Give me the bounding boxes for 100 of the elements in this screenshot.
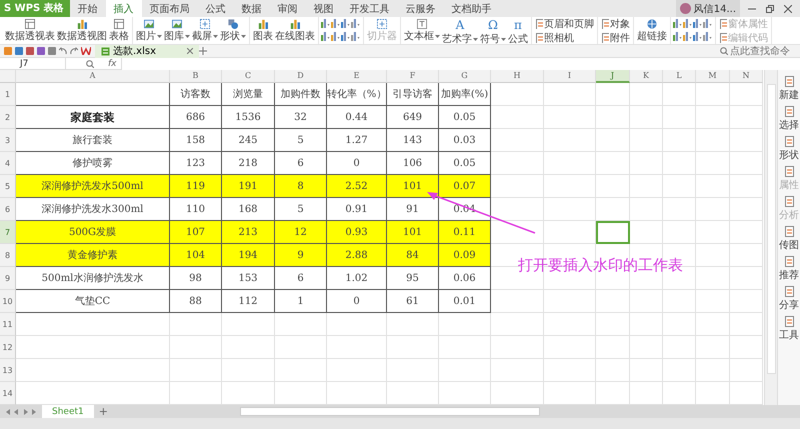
function-label[interactable]: fx [104, 58, 120, 68]
ribbon-button[interactable]: π 公式 [507, 17, 529, 44]
table-cell[interactable]: 153 [222, 267, 275, 290]
table-cell[interactable]: 加购件数 [275, 83, 327, 106]
table-cell[interactable]: 0.03 [439, 129, 491, 152]
table-cell[interactable]: 95 [387, 267, 439, 290]
table-cell[interactable]: 6 [275, 267, 327, 290]
user-account[interactable]: 风信14... [676, 0, 740, 17]
column-header[interactable]: D [275, 70, 327, 83]
row-header[interactable]: 5 [0, 175, 16, 198]
zoom-icon[interactable] [86, 60, 94, 68]
row-header[interactable]: 12 [0, 336, 16, 359]
column-header[interactable]: A [16, 70, 170, 83]
ribbon-button[interactable]: 图片 [135, 17, 163, 44]
table-cell[interactable]: 1536 [222, 106, 275, 129]
row-header[interactable]: 4 [0, 152, 16, 175]
row-header[interactable]: 13 [0, 359, 16, 382]
column-header[interactable]: F [387, 70, 439, 83]
ribbon-button[interactable]: 图表 [252, 17, 274, 44]
table-cell[interactable]: 9 [275, 244, 327, 267]
table-cell[interactable]: 0.11 [439, 221, 491, 244]
menu-tab[interactable]: 视图 [306, 0, 342, 17]
column-header[interactable]: C [222, 70, 275, 83]
table-cell[interactable]: 101 [387, 221, 439, 244]
document-tab[interactable]: 选款.xlsx [95, 44, 199, 58]
table-cell[interactable]: 0.93 [327, 221, 387, 244]
menu-tab[interactable]: 插入 [106, 0, 142, 17]
table-cell[interactable]: 深润修护洗发水500ml [16, 175, 170, 198]
row-header[interactable]: 3 [0, 129, 16, 152]
table-cell[interactable]: 1 [275, 290, 327, 313]
row-header[interactable]: 8 [0, 244, 16, 267]
table-cell[interactable]: 119 [170, 175, 222, 198]
table-cell[interactable]: 引导访客 [387, 83, 439, 106]
table-cell[interactable]: 1.02 [327, 267, 387, 290]
table-cell[interactable]: 194 [222, 244, 275, 267]
row-header[interactable]: 7 [0, 221, 16, 244]
ribbon-button[interactable]: 文本框 [403, 17, 441, 44]
undo-icon[interactable] [59, 47, 67, 55]
table-cell[interactable]: 0.07 [439, 175, 491, 198]
table-cell[interactable]: 黄金修护素 [16, 244, 170, 267]
column-header[interactable]: L [663, 70, 696, 83]
side-panel-button[interactable]: 工具 [779, 316, 799, 342]
ribbon-button[interactable]: 页眉和页脚 [534, 17, 595, 31]
table-cell[interactable]: 686 [170, 106, 222, 129]
row-header[interactable]: 2 [0, 106, 16, 129]
vertical-scrollbar[interactable] [764, 70, 777, 405]
table-cell[interactable]: 649 [387, 106, 439, 129]
side-panel-button[interactable]: 推荐 [779, 256, 799, 282]
table-cell[interactable]: 107 [170, 221, 222, 244]
scrollbar-thumb[interactable] [766, 84, 776, 374]
table-cell[interactable]: 12 [275, 221, 327, 244]
table-cell[interactable]: 101 [387, 175, 439, 198]
table-cell[interactable]: 88 [170, 290, 222, 313]
menu-tab[interactable]: 开始 [70, 0, 106, 17]
menu-tab[interactable]: 页面布局 [142, 0, 198, 17]
table-cell[interactable]: 8 [275, 175, 327, 198]
table-cell[interactable]: 浏览量 [222, 83, 275, 106]
table-cell[interactable]: 191 [222, 175, 275, 198]
table-cell[interactable]: 213 [222, 221, 275, 244]
table-cell[interactable]: 0 [327, 290, 387, 313]
row-header[interactable]: 9 [0, 267, 16, 290]
ribbon-button[interactable]: 表格 [108, 17, 130, 44]
ribbon-button[interactable]: 对象 [600, 17, 631, 31]
ribbon-button[interactable]: 在线图表 [274, 17, 316, 44]
table-cell[interactable]: 84 [387, 244, 439, 267]
side-panel-button[interactable]: 传图 [779, 226, 799, 252]
row-header[interactable]: 10 [0, 290, 16, 313]
menu-tab[interactable]: 公式 [198, 0, 234, 17]
command-search-field[interactable]: 点此查找命令 [714, 46, 800, 56]
side-panel-button[interactable]: 形状 [779, 136, 799, 162]
table-cell[interactable]: 家庭套装 [16, 106, 170, 129]
ribbon-button[interactable]: 照相机 [534, 31, 595, 45]
ribbon-button[interactable]: 截屏 [191, 17, 219, 44]
menu-tab[interactable]: 开发工具 [342, 0, 398, 17]
table-cell[interactable]: 访客数 [170, 83, 222, 106]
menu-tab[interactable]: 云服务 [398, 0, 444, 17]
table-cell[interactable]: 转化率（%） [327, 83, 387, 106]
table-cell[interactable]: 旅行套装 [16, 129, 170, 152]
side-panel-button[interactable]: 分享 [779, 286, 799, 312]
ribbon-button[interactable]: 数据透视图 [56, 17, 108, 44]
table-cell[interactable]: 98 [170, 267, 222, 290]
row-header[interactable]: 1 [0, 83, 16, 106]
ribbon-button[interactable]: Ω 符号 [479, 17, 507, 44]
table-cell[interactable]: 112 [222, 290, 275, 313]
menu-tab[interactable]: 文档助手 [444, 0, 500, 17]
column-header[interactable]: J [596, 70, 630, 83]
add-tab-icon[interactable] [199, 47, 207, 55]
select-all-corner[interactable] [0, 70, 16, 83]
table-cell[interactable]: 0.06 [439, 267, 491, 290]
row-header[interactable]: 14 [0, 382, 16, 405]
table-cell[interactable]: 143 [387, 129, 439, 152]
table-cell[interactable]: 0.44 [327, 106, 387, 129]
column-header[interactable]: I [544, 70, 596, 83]
column-header[interactable]: E [327, 70, 387, 83]
column-header[interactable]: G [439, 70, 491, 83]
ribbon-button[interactable]: 超链接 [636, 17, 668, 44]
column-header[interactable]: H [491, 70, 544, 83]
ribbon-button[interactable]: 图库 [163, 17, 191, 44]
horizontal-scrollbar[interactable] [240, 407, 540, 416]
add-sheet-button[interactable]: + [94, 405, 113, 418]
